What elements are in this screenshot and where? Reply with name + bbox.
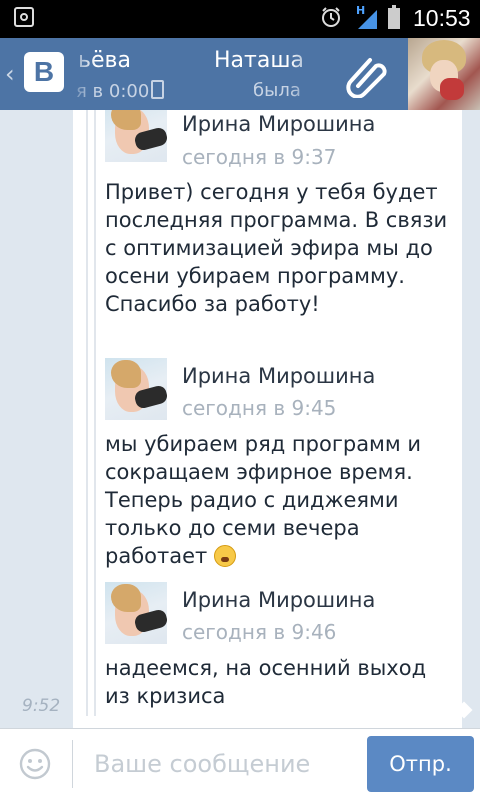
message-text-block: мы убираем ряд программ и сокращаем эфир…: [105, 430, 455, 570]
message-text: надеемся, на осенний выход из кризиса: [105, 656, 427, 708]
message-composer: Отпр.: [0, 728, 480, 800]
composer-divider: [72, 740, 73, 788]
status-bar: H 10:53: [0, 0, 480, 38]
message-date: сегодня в 9:45: [182, 396, 337, 420]
author-avatar[interactable]: [105, 110, 167, 162]
message-date: сегодня в 9:37: [182, 145, 337, 169]
author-avatar[interactable]: [105, 582, 167, 644]
avatar-hair: [111, 360, 141, 388]
chat-header: ‹ В ьёва я в 0:00 Наташа была: [0, 38, 480, 110]
avatar-hand: [440, 78, 464, 100]
author-avatar[interactable]: [105, 358, 167, 420]
weary-face-emoji: [213, 545, 236, 567]
alarm-icon: [322, 7, 340, 27]
message-date: сегодня в 9:46: [182, 620, 337, 644]
contact-avatar[interactable]: [408, 38, 480, 110]
screenshot-icon: [14, 7, 34, 27]
author-name[interactable]: Ирина Мирошина: [182, 588, 375, 612]
message-text: Привет) сегодня у тебя будет последняя п…: [105, 180, 448, 316]
avatar-hair: [111, 584, 141, 612]
battery-icon: [388, 5, 400, 29]
message-input[interactable]: [88, 742, 368, 786]
header-fade-right: [290, 38, 320, 110]
mobile-icon: [151, 80, 165, 99]
forward-indicator-inner: [94, 110, 96, 716]
clock: 10:53: [413, 5, 471, 31]
composer-border: [0, 728, 480, 729]
send-button[interactable]: Отпр.: [367, 736, 474, 792]
forward-indicator: [86, 110, 88, 716]
header-fade-left: [64, 38, 96, 110]
signal-icon: [358, 10, 377, 29]
author-name[interactable]: Ирина Мирошина: [182, 112, 375, 136]
message-time: 9:52: [22, 696, 61, 716]
attach-icon[interactable]: [344, 52, 390, 98]
author-name[interactable]: Ирина Мирошина: [182, 364, 375, 388]
message-text: мы убираем ряд программ и сокращаем эфир…: [105, 432, 422, 568]
message-list[interactable]: 9:52 Ирина Мирошина сегодня в 9:37 Приве…: [0, 110, 480, 728]
back-icon[interactable]: ‹: [5, 60, 15, 88]
vk-logo[interactable]: В: [24, 52, 64, 92]
emoji-icon[interactable]: [19, 748, 51, 780]
